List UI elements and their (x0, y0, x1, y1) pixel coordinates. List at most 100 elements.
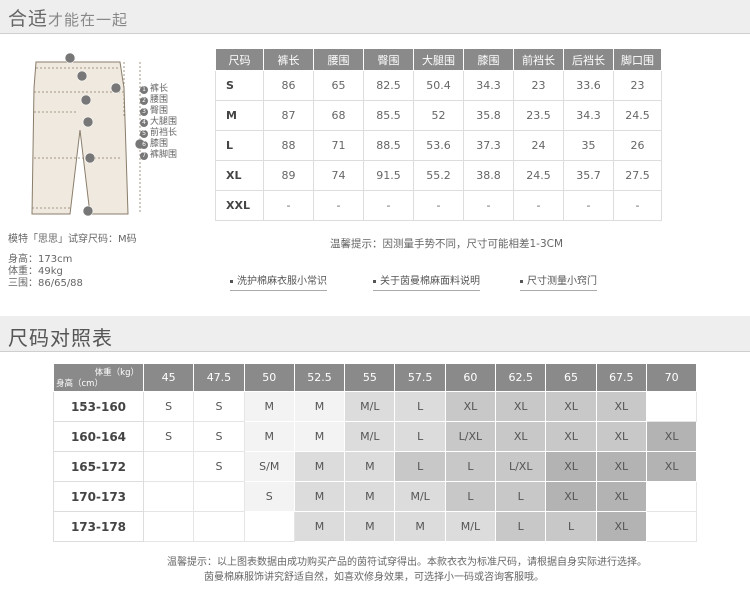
size-cell: M (293, 391, 346, 422)
legend-item: 5 前裆长 (140, 128, 177, 139)
table-cell: 50.4 (413, 70, 464, 101)
warm-tip-line1: 温馨提示：以上图表数据由成功购买产品的茵符试穿得出。本款衣衣为标准尺码，请根据自… (167, 557, 647, 568)
table-row: M 87 68 85.5 52 35.8 23.5 34.3 24.5 (215, 100, 662, 131)
size-cell: M (293, 421, 346, 452)
table-row: 170-173 S M M M/L L L XL XL (53, 481, 698, 512)
size-cell: XL (595, 481, 647, 512)
height-range: 173-178 (53, 511, 144, 542)
col-header: 膝围 (463, 48, 514, 71)
table-cell: 38.8 (463, 160, 514, 191)
size-cell: S/M (243, 451, 295, 482)
legend-item: 3 臀围 (140, 106, 177, 117)
table-cell: 34.3 (463, 70, 514, 101)
warm-tip: 温馨提示：以上图表数据由成功购买产品的茵符试穿得出。本款衣衣为标准尺码，请根据自… (167, 555, 647, 585)
model-line: 模特「思思」试穿尺码：M码 (8, 234, 137, 245)
table-cell: - (313, 190, 364, 221)
size-cell: XL (595, 391, 647, 422)
col-header: 腰围 (313, 48, 364, 71)
table-cell: 89 (263, 160, 314, 191)
weight-header-row: 体重（kg） 身高（cm） 45 47.5 50 52.5 55 57.5 60 62.5 65… (53, 363, 698, 392)
table-cell: 82.5 (363, 70, 414, 101)
size-cell (645, 481, 698, 512)
table-cell: 23 (613, 70, 662, 101)
size-cell: M (293, 481, 346, 512)
size-table: 尺码 裤长 腰围 臀围 大腿围 膝围 前裆长 后裆长 脚口围 S 86 65 82.5… (215, 48, 662, 221)
table-row: XXL - - - - - - - - (215, 190, 662, 221)
size-cell: M (243, 421, 295, 452)
size-cell: XL (545, 481, 597, 512)
size-cell: L (394, 421, 446, 452)
size-cell (193, 481, 245, 512)
table-cell: 85.5 (363, 100, 414, 131)
size-cell: M (344, 511, 396, 542)
weight-header: 60 (444, 363, 497, 392)
size-cell: M/L (394, 481, 446, 512)
link-measure-tips[interactable]: 尺寸测量小窍门 (520, 272, 597, 291)
size-cell: S (243, 481, 295, 512)
table-cell: 87 (263, 100, 314, 131)
size-cell: M (344, 451, 396, 482)
height-range: 153-160 (53, 391, 144, 422)
table-cell: 88.5 (363, 130, 414, 161)
col-header: 裤长 (263, 48, 314, 71)
size-cell: S (193, 451, 245, 482)
section-header-fit: 合适才能在一起 (0, 0, 750, 34)
weight-header: 67.5 (595, 363, 647, 392)
size-cell: S (193, 421, 245, 452)
size-cell: M (293, 451, 346, 482)
table-cell: 24.5 (513, 160, 564, 191)
size-label: L (215, 130, 264, 161)
title-small: 才能在一起 (48, 11, 129, 29)
table-cell: 24 (513, 130, 564, 161)
col-header: 脚口围 (613, 48, 662, 71)
link-fabric-info[interactable]: 关于茵曼棉麻面料说明 (373, 272, 480, 291)
col-header: 后裆长 (563, 48, 614, 71)
size-cell (645, 391, 698, 422)
weight-header: 55 (344, 363, 396, 392)
table-cell: 55.2 (413, 160, 464, 191)
table-row: 153-160 S S M M M/L L XL XL XL XL (53, 391, 698, 422)
table-cell: 35 (563, 130, 614, 161)
link-care-tips[interactable]: 洗护棉麻衣服小常识 (230, 272, 327, 291)
table-row: 160-164 S S M M M/L L L/XL XL XL XL XL (53, 421, 698, 452)
table-cell: - (413, 190, 464, 221)
legend-item: 2 腰围 (140, 95, 177, 106)
col-header: 臀围 (363, 48, 414, 71)
legend-item: 7 裤脚围 (140, 150, 177, 161)
model-measure: 三围：86/65/88 (8, 278, 83, 289)
model-info: 模特「思思」试穿尺码：M码 身高：173cm 体重：49kg 三围：86/65/… (8, 234, 137, 290)
table-cell: 86 (263, 70, 314, 101)
table-cell: 52 (413, 100, 464, 131)
table-cell: 34.3 (563, 100, 614, 131)
size-table-header: 尺码 裤长 腰围 臀围 大腿围 膝围 前裆长 后裆长 脚口围 (215, 48, 662, 71)
table-cell: - (563, 190, 614, 221)
table-row: XL 89 74 91.5 55.2 38.8 24.5 35.7 27.5 (215, 160, 662, 191)
size-cell: S (142, 421, 195, 452)
size-cell: L (394, 391, 446, 422)
table-cell: 68 (313, 100, 364, 131)
section-title-fit: 合适才能在一起 (8, 4, 128, 31)
col-header: 前裆长 (513, 48, 564, 71)
weight-header: 47.5 (193, 363, 245, 392)
size-label: XXL (215, 190, 264, 221)
size-cell (142, 451, 195, 482)
table-row: 165-172 S S/M M M L L L/XL XL XL XL (53, 451, 698, 482)
table-cell: 23.5 (513, 100, 564, 131)
table-cell: 91.5 (363, 160, 414, 191)
size-cell (243, 511, 295, 542)
size-cell (193, 511, 245, 542)
size-cell (645, 511, 698, 542)
table-cell: 26 (613, 130, 662, 161)
weight-header: 65 (545, 363, 597, 392)
table-cell: 35.7 (563, 160, 614, 191)
bullet-icon (230, 279, 233, 283)
col-header: 尺码 (215, 48, 264, 71)
bullet-icon (520, 279, 523, 283)
size-cell: M (243, 391, 295, 422)
corner-cell: 体重（kg） 身高（cm） (53, 363, 144, 392)
height-axis-label: 身高（cm） (56, 379, 103, 389)
size-cell: S (193, 391, 245, 422)
size-cell: XL (545, 451, 597, 482)
size-chart-table: 体重（kg） 身高（cm） 45 47.5 50 52.5 55 57.5 60 62.5 65… (53, 363, 698, 542)
size-cell: XL (645, 451, 698, 482)
